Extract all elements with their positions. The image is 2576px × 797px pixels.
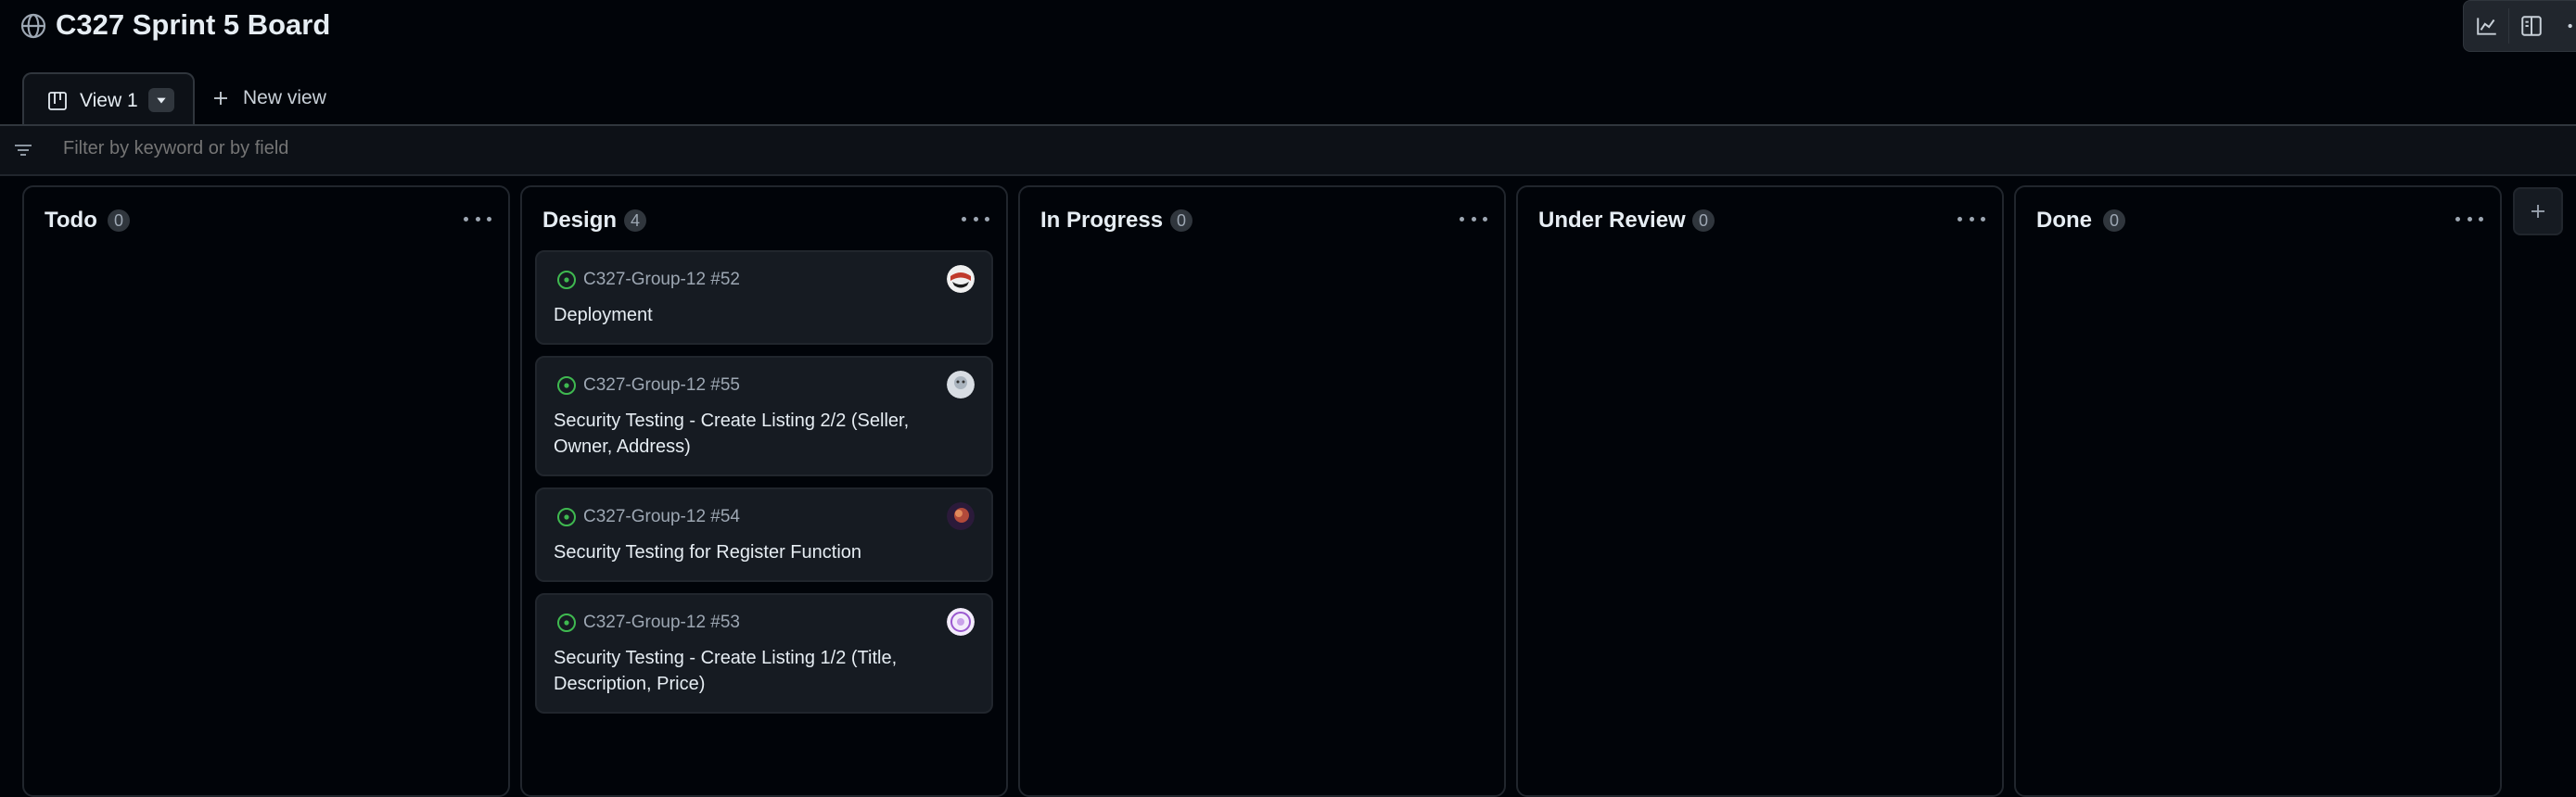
- column-count: 0: [1692, 209, 1715, 232]
- column-menu-button[interactable]: [1958, 209, 1985, 228]
- issue-open-icon: [557, 614, 576, 632]
- add-column-button[interactable]: [2513, 187, 2563, 235]
- issue-card[interactable]: C327-Group-12 #52 Deployment: [535, 250, 993, 345]
- avatar[interactable]: [947, 608, 975, 636]
- column-count: 0: [1170, 209, 1193, 232]
- tab-options-dropdown[interactable]: [148, 88, 174, 112]
- issue-open-icon: [557, 508, 576, 526]
- header-button-separator: [2508, 8, 2509, 44]
- view-tabs: View 1 New view: [0, 70, 2576, 126]
- issue-card[interactable]: C327-Group-12 #53 Security Testing - Cre…: [535, 593, 993, 714]
- sidebar-toggle-button[interactable]: [2514, 8, 2549, 44]
- column-done: Done 0: [2014, 185, 2502, 797]
- issue-title[interactable]: Security Testing - Create Listing 1/2 (T…: [554, 645, 969, 697]
- column-todo: Todo 0: [22, 185, 510, 797]
- column-under-review: Under Review 0: [1516, 185, 2004, 797]
- more-options-button[interactable]: [2557, 8, 2576, 44]
- plus-icon: [2531, 205, 2544, 218]
- issue-title[interactable]: Security Testing for Register Function: [554, 539, 969, 565]
- column-title: In Progress: [1040, 208, 1164, 233]
- issue-reference[interactable]: C327-Group-12 #53: [583, 613, 740, 633]
- column-menu-button[interactable]: [962, 209, 989, 228]
- column-menu-button[interactable]: [2455, 209, 2483, 228]
- issue-title[interactable]: Security Testing - Create Listing 2/2 (S…: [554, 408, 969, 460]
- issue-card[interactable]: C327-Group-12 #55 Security Testing - Cre…: [535, 356, 993, 476]
- tab-label: View 1: [80, 90, 138, 111]
- insights-icon: [2477, 18, 2496, 35]
- filter-bar: [0, 126, 2576, 176]
- tab-view-1[interactable]: View 1: [22, 72, 195, 124]
- new-view-label: New view: [243, 87, 326, 108]
- project-header: C327 Sprint 5 Board: [0, 0, 2576, 52]
- insights-button[interactable]: [2469, 8, 2505, 44]
- column-in-progress: In Progress 0: [1018, 185, 1506, 797]
- more-icon: [2568, 23, 2572, 29]
- avatar[interactable]: [947, 502, 975, 530]
- globe-icon: [20, 13, 46, 39]
- column-title: Done: [2036, 208, 2092, 233]
- issue-reference[interactable]: C327-Group-12 #52: [583, 270, 740, 290]
- filter-icon[interactable]: [11, 139, 35, 161]
- triangle-down-icon: [157, 97, 166, 104]
- filter-input[interactable]: [63, 138, 805, 159]
- issue-open-icon: [557, 271, 576, 289]
- column-title: Design: [542, 208, 618, 233]
- column-title: Todo: [45, 208, 97, 233]
- issue-card[interactable]: C327-Group-12 #54 Security Testing for R…: [535, 487, 993, 582]
- issue-reference[interactable]: C327-Group-12 #55: [583, 375, 740, 396]
- column-count: 0: [108, 209, 131, 232]
- column-menu-button[interactable]: [464, 209, 491, 228]
- sidebar-toggle-icon: [2521, 16, 2542, 36]
- header-button-group: [2463, 0, 2576, 52]
- column-design: Design 4 C327-Group-12 #52 Deployment C3…: [520, 185, 1008, 797]
- column-menu-button[interactable]: [1460, 209, 1487, 228]
- column-count: 0: [2103, 209, 2126, 232]
- board-icon: [48, 92, 67, 110]
- column-count: 4: [624, 209, 647, 232]
- issue-open-icon: [557, 376, 576, 395]
- column-title: Under Review: [1538, 208, 1686, 233]
- avatar[interactable]: [947, 371, 975, 398]
- issue-title[interactable]: Deployment: [554, 302, 969, 328]
- new-view-button[interactable]: New view: [210, 85, 326, 111]
- issue-reference[interactable]: C327-Group-12 #54: [583, 507, 740, 527]
- avatar[interactable]: [947, 265, 975, 293]
- plus-icon: [214, 92, 227, 105]
- project-title: C327 Sprint 5 Board: [56, 8, 331, 41]
